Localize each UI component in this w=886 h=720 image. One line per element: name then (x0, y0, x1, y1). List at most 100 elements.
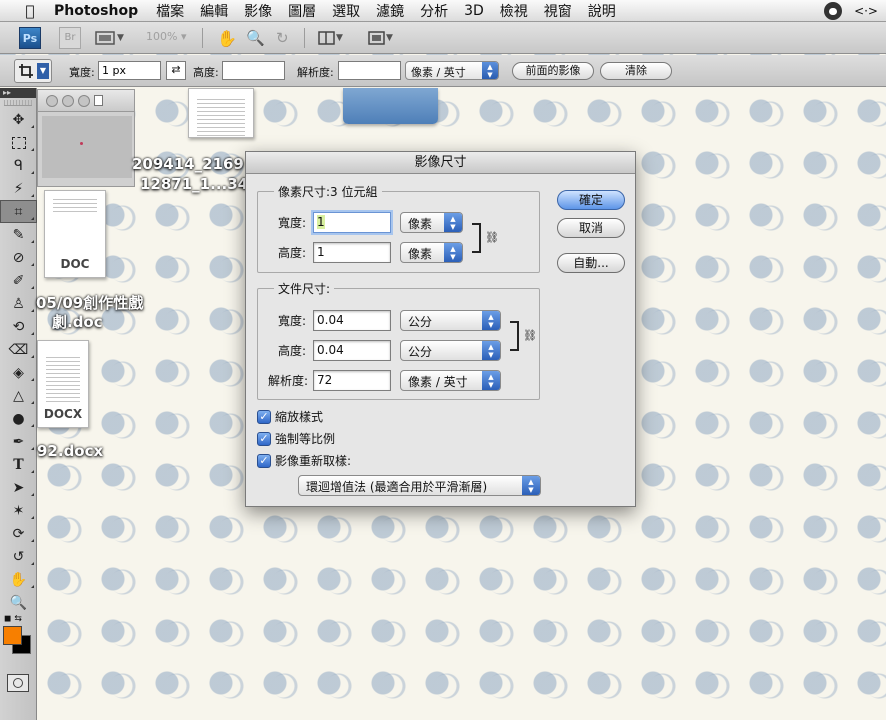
brush-tool[interactable]: ✐ (0, 269, 37, 292)
desktop-file-label[interactable]: 209414_2169 (132, 155, 244, 173)
lasso-tool[interactable]: ᑫ (0, 154, 37, 177)
document-size-title: 文件尺寸: (274, 280, 335, 297)
shape-tool[interactable]: ✶ (0, 499, 37, 522)
docx-file-icon[interactable]: DOCX (37, 340, 89, 428)
desktop-file-label[interactable]: 92.docx (37, 442, 103, 460)
hand-icon: ✋ (9, 571, 28, 588)
desktop-file-label[interactable]: 05/09創作性戲 (36, 292, 143, 313)
resample-image-checkbox[interactable]: ✓ 影像重新取樣: (257, 452, 351, 469)
arrange-documents-button[interactable]: ▼ (318, 28, 343, 48)
menu-view[interactable]: 檢視 (500, 1, 528, 21)
eraser-tool[interactable]: ⌫ (0, 338, 37, 361)
screen-mode-button[interactable]: ▼ (368, 28, 393, 48)
pen-tool[interactable]: ✒ (0, 430, 37, 453)
pixel-height-input[interactable]: 1 (313, 242, 391, 263)
pixel-width-input[interactable]: 1 (313, 212, 391, 233)
menu-3d[interactable]: 3D (464, 3, 484, 19)
menu-help[interactable]: 說明 (588, 1, 616, 21)
doc-file-icon[interactable]: DOC (44, 190, 106, 278)
window-zoom-icon[interactable] (78, 94, 90, 107)
quick-selection-tool[interactable]: ⚡ (0, 177, 37, 200)
zoom-level-select[interactable]: 100% ▾ (146, 30, 186, 43)
rotate-view-icon[interactable]: ↻ (276, 28, 289, 48)
healing-brush-tool[interactable]: ⊘ (0, 246, 37, 269)
menu-image[interactable]: 影像 (244, 1, 272, 21)
ok-button[interactable]: 確定 (557, 190, 625, 210)
blur-icon: △ (13, 387, 24, 404)
crop-height-input[interactable] (222, 61, 285, 80)
desktop-file-label[interactable]: 劇.doc (52, 311, 103, 332)
resample-method-select[interactable]: 環迴增值法 (最適合用於平滑漸層) ▲ ▼ (298, 475, 541, 496)
path-selection-tool[interactable]: ➤ (0, 476, 37, 499)
menu-window[interactable]: 視窗 (544, 1, 572, 21)
zoom-tool-icon[interactable]: 🔍 (246, 28, 265, 48)
floating-panel-titlebar[interactable] (38, 90, 134, 112)
default-colors-icon[interactable]: ◼ ⇆ (4, 614, 22, 624)
menu-analysis[interactable]: 分析 (420, 1, 448, 21)
folder-icon[interactable] (343, 88, 438, 124)
pixel-height-unit-select[interactable]: 像素 ▲ ▼ (400, 242, 463, 263)
menu-select[interactable]: 選取 (332, 1, 360, 21)
menu-edit[interactable]: 編輯 (200, 1, 228, 21)
desktop-file-label[interactable]: 12871_1...34 (140, 175, 248, 193)
panel-grip[interactable] (4, 100, 32, 106)
auto-button[interactable]: 自動... (557, 253, 625, 273)
clone-stamp-tool[interactable]: ♙ (0, 292, 37, 315)
tools-panel-header[interactable]: ▸▸ (0, 88, 36, 98)
magic-wand-icon: ⚡ (13, 180, 24, 197)
constrain-proportions-checkbox[interactable]: ✓ 強制等比例 (257, 430, 335, 447)
penguin-tray-icon[interactable] (824, 2, 843, 20)
menu-app-name[interactable]: Photoshop (54, 3, 138, 19)
menu-filter[interactable]: 濾鏡 (376, 1, 404, 21)
zoom-tool[interactable]: 🔍 (0, 591, 37, 614)
crop-unit-select[interactable]: 像素 / 英寸 ▲ ▼ (405, 61, 499, 80)
tool-preset-picker[interactable]: ▼ (14, 59, 52, 83)
tool-flyout-indicator (31, 493, 34, 496)
doc-height-unit-select[interactable]: 公分 ▲ ▼ (400, 340, 501, 361)
foreground-color-swatch[interactable] (3, 626, 22, 645)
3d-orbit-tool[interactable]: ↺ (0, 545, 37, 568)
menu-layer[interactable]: 圖層 (288, 1, 316, 21)
marquee-tool[interactable] (0, 131, 37, 154)
crop-width-input[interactable] (98, 61, 161, 80)
script-menu-icon[interactable]: <·> (854, 4, 878, 18)
history-brush-tool[interactable]: ⟲ (0, 315, 37, 338)
move-tool[interactable]: ✥ (0, 108, 37, 131)
pixel-width-unit-select[interactable]: 像素 ▲ ▼ (400, 212, 463, 233)
dodge-tool[interactable]: ● (0, 407, 37, 430)
crop-resolution-input[interactable] (338, 61, 401, 80)
pixel-link-bracket (472, 223, 481, 253)
eyedropper-tool[interactable]: ✎ (0, 223, 37, 246)
cancel-button[interactable]: 取消 (557, 218, 625, 238)
tool-flyout-indicator (31, 516, 34, 519)
3d-rotate-tool[interactable]: ⟳ (0, 522, 37, 545)
dialog-title[interactable]: 影像尺寸 (246, 152, 635, 174)
front-image-button[interactable]: 前面的影像 (512, 62, 594, 80)
hand-tool[interactable]: ✋ (0, 568, 37, 591)
resolution-input[interactable]: 72 (313, 370, 391, 391)
hand-tool-icon[interactable]: ✋ (217, 28, 237, 48)
doc-height-input[interactable]: 0.04 (313, 340, 391, 361)
quick-mask-button[interactable] (7, 674, 29, 692)
document-lines (46, 357, 80, 403)
scale-styles-checkbox[interactable]: ✓ 縮放樣式 (257, 408, 323, 425)
document-lines (53, 199, 97, 213)
swap-dimensions-button[interactable]: ⇄ (166, 61, 186, 80)
view-extras-button[interactable]: ▼ (95, 28, 124, 48)
menu-file[interactable]: 檔案 (156, 1, 184, 21)
document-lines (197, 99, 245, 139)
apple-icon[interactable]:  (20, 2, 40, 20)
image-file-icon[interactable] (188, 88, 254, 139)
clear-button[interactable]: 清除 (600, 62, 672, 80)
doc-width-input[interactable]: 0.04 (313, 310, 391, 331)
blur-tool[interactable]: △ (0, 384, 37, 407)
doc-width-unit-select[interactable]: 公分 ▲ ▼ (400, 310, 501, 331)
window-close-icon[interactable] (46, 94, 58, 107)
crop-tool[interactable]: ⌗ (0, 200, 37, 223)
window-minimize-icon[interactable] (62, 94, 74, 107)
paint-bucket-tool[interactable]: ◈ (0, 361, 37, 384)
type-tool[interactable]: T (0, 453, 37, 476)
updown-arrow-icon: ▲ ▼ (482, 62, 498, 79)
resolution-unit-select[interactable]: 像素 / 英寸 ▲ ▼ (400, 370, 501, 391)
bridge-launch-button[interactable]: Br (59, 27, 81, 49)
